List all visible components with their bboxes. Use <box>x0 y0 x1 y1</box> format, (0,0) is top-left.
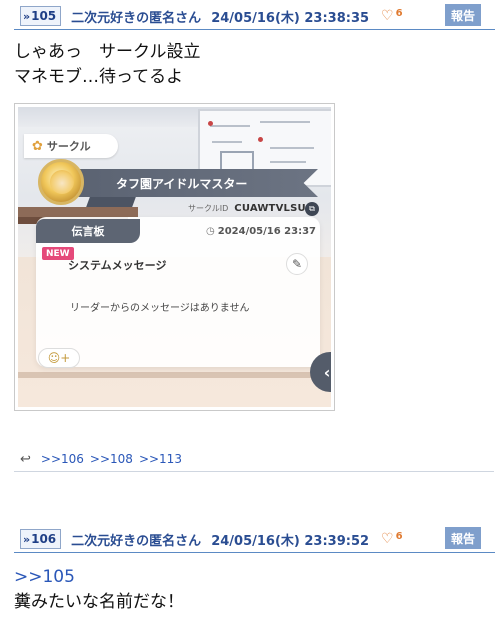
post-number: 105 <box>31 9 57 23</box>
circle-emblem <box>38 159 84 205</box>
circle-tag[interactable]: ✿ サークル <box>24 134 118 158</box>
post-number-button[interactable]: » 106 <box>20 529 62 549</box>
board-timestamp: ◷ 2024/05/16 23:37 <box>206 226 316 237</box>
post-body: >>105 糞みたいな名前だな！ <box>14 565 184 615</box>
like-button[interactable]: ♡ 6 <box>381 7 403 25</box>
body-line: 糞みたいな名前だな！ <box>14 592 184 612</box>
circle-id-row: サークルID CUAWTVLSU <box>188 203 306 214</box>
post-body: しゃあっ サークル設立 マネモブ…待ってるよ <box>14 40 201 90</box>
double-chevron-icon: » <box>23 532 30 546</box>
emblem-character <box>50 170 74 194</box>
circle-tag-label: サークル <box>46 140 91 153</box>
report-button[interactable]: 報告 <box>445 4 481 26</box>
reply-link[interactable]: >>113 <box>139 452 182 466</box>
heart-icon: ♡ <box>381 8 394 24</box>
body-line: マネモブ…待ってるよ <box>14 67 184 87</box>
like-count: 6 <box>395 7 403 19</box>
no-message-text: リーダーからのメッセージはありません <box>70 303 250 314</box>
reply-links: ↩ >>106 >>108 >>113 <box>14 447 494 472</box>
like-button[interactable]: ♡ 6 <box>381 530 403 548</box>
message-board-tab: 伝言板 <box>36 219 140 243</box>
double-chevron-icon: » <box>23 9 30 23</box>
desk <box>18 372 331 378</box>
post-date: 24/05/16(木) 23:38:35 <box>211 10 370 26</box>
post-header: » 105 二次元好きの匿名さん 24/05/16(木) 23:38:35 ♡ … <box>14 3 495 30</box>
system-message-title: システムメッセージ <box>68 259 167 272</box>
board-date: 2024/05/16 23:37 <box>217 226 317 237</box>
attached-image[interactable]: ✿ サークル タフ園アイドルマスター サークルID CUAWTVLSU ⧉ 伝言… <box>14 103 335 411</box>
copy-icon[interactable]: ⧉ <box>305 202 319 216</box>
body-line: しゃあっ サークル設立 <box>14 42 201 62</box>
circle-name: タフ園アイドルマスター <box>116 176 248 191</box>
reply-link[interactable]: >>108 <box>90 452 133 466</box>
author-name: 二次元好きの匿名さん <box>71 10 202 26</box>
anchor-link[interactable]: >>105 <box>14 565 184 590</box>
author-name: 二次元好きの匿名さん <box>71 533 202 549</box>
circle-id-value: CUAWTVLSU <box>234 203 306 214</box>
pencil-icon[interactable]: ✎ <box>286 253 308 275</box>
game-screenshot: ✿ サークル タフ園アイドルマスター サークルID CUAWTVLSU ⧉ 伝言… <box>18 107 331 407</box>
circle-id-label: サークルID <box>188 204 229 213</box>
report-button[interactable]: 報告 <box>445 527 481 549</box>
add-reaction-icon[interactable]: ☺+ <box>38 348 80 368</box>
circle-name-banner: タフ園アイドルマスター <box>78 169 318 197</box>
post-header: » 106 二次元好きの匿名さん 24/05/16(木) 23:39:52 ♡ … <box>14 526 495 553</box>
reply-icon: ↩ <box>20 451 31 467</box>
heart-icon: ♡ <box>381 531 394 547</box>
circle-tag-icon: ✿ <box>32 138 43 154</box>
post-date: 24/05/16(木) 23:39:52 <box>211 533 370 549</box>
post-number: 106 <box>31 532 57 546</box>
desk <box>18 207 138 217</box>
post-number-button[interactable]: » 105 <box>20 6 62 26</box>
like-count: 6 <box>395 530 403 542</box>
clock-icon: ◷ <box>206 226 215 237</box>
reply-link[interactable]: >>106 <box>41 452 84 466</box>
